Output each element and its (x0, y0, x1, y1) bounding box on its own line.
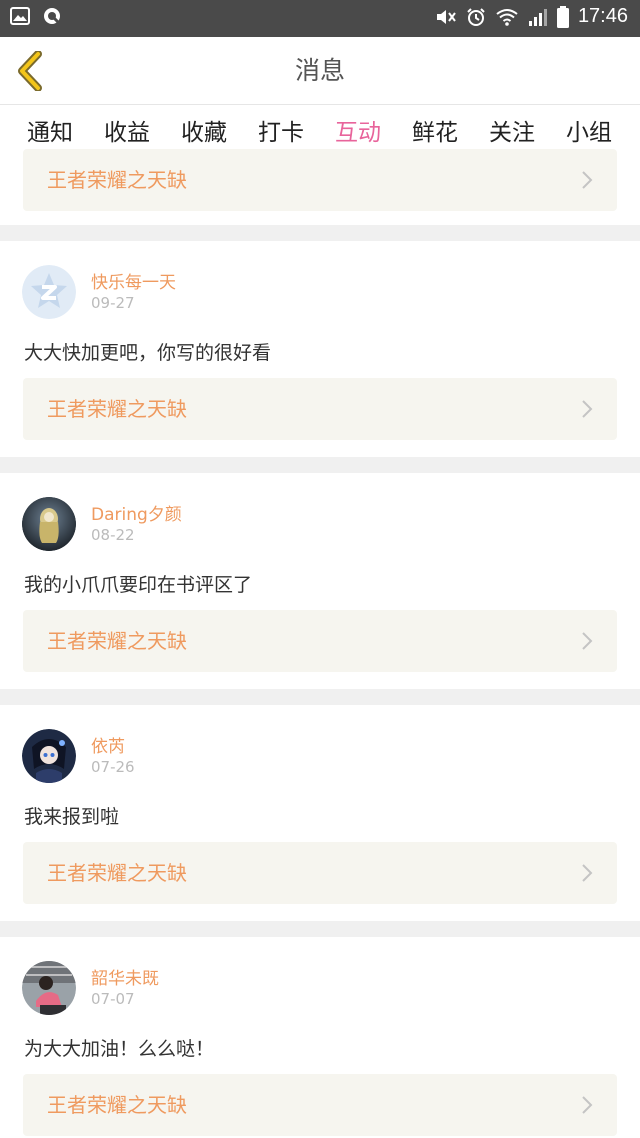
avatar[interactable] (22, 497, 76, 551)
chevron-right-icon (582, 400, 593, 418)
comment-text: 为大大加油！么么哒！ (24, 1038, 215, 1060)
username[interactable]: 韶华未既 (91, 964, 159, 989)
gallery-icon (10, 7, 30, 25)
book-link[interactable]: 王者荣耀之天缺 (23, 610, 617, 672)
comment-author: 韶华未既 07-07 (22, 961, 522, 1015)
comment-date: 07-07 (91, 990, 135, 1008)
comment-author: 依芮 07-26 (22, 729, 522, 783)
book-title: 王者荣耀之天缺 (47, 168, 187, 192)
comment-author: 快乐每一天 09-27 (22, 265, 522, 319)
page-title: 消息 (294, 56, 345, 85)
book-title: 王者荣耀之天缺 (47, 1093, 187, 1117)
avatar[interactable] (22, 961, 76, 1015)
book-title: 王者荣耀之天缺 (47, 629, 187, 653)
message-card: 依芮 07-26 我来报到啦 王者荣耀之天缺 (0, 705, 640, 921)
message-card: 快乐每一天 09-27 大大快加更吧，你写的很好看 王者荣耀之天缺 (0, 241, 640, 457)
book-link[interactable]: 王者荣耀之天缺 (23, 149, 617, 211)
book-title: 王者荣耀之天缺 (47, 861, 187, 885)
book-title: 王者荣耀之天缺 (47, 397, 187, 421)
signal-icon (528, 8, 547, 26)
chevron-right-icon (582, 1096, 593, 1114)
comment-date: 07-26 (91, 758, 135, 776)
username[interactable]: Daring夕颜 (91, 500, 182, 525)
book-link[interactable]: 王者荣耀之天缺 (23, 842, 617, 904)
status-bar: 17:46 (0, 0, 640, 37)
chevron-right-icon (582, 632, 593, 650)
book-link[interactable]: 王者荣耀之天缺 (23, 1074, 617, 1136)
chevron-right-icon (582, 171, 593, 189)
comment-author: Daring夕颜 08-22 (22, 497, 522, 551)
clock: 17:46 (577, 5, 628, 27)
message-card: 韶华未既 07-07 为大大加油！么么哒！ 王者荣耀之天缺 (0, 937, 640, 1138)
comment-date: 09-27 (91, 294, 135, 312)
chevron-right-icon (582, 864, 593, 882)
battery-icon (556, 5, 569, 28)
username[interactable]: 依芮 (91, 732, 125, 757)
comment-text: 大大快加更吧，你写的很好看 (24, 342, 272, 364)
app-notification-icon (44, 8, 61, 25)
avatar[interactable] (22, 265, 76, 319)
comment-text: 我的小爪爪要印在书评区了 (24, 574, 253, 596)
comment-date: 08-22 (91, 526, 135, 544)
nav-header: 消息 (0, 37, 640, 105)
username[interactable]: 快乐每一天 (91, 268, 176, 293)
avatar[interactable] (22, 729, 76, 783)
message-card: 王者荣耀之天缺 (0, 149, 640, 225)
message-card: Daring夕颜 08-22 我的小爪爪要印在书评区了 王者荣耀之天缺 (0, 473, 640, 689)
wifi-icon (496, 8, 518, 26)
mute-icon (436, 9, 456, 24)
alarm-icon (467, 7, 485, 26)
book-link[interactable]: 王者荣耀之天缺 (23, 378, 617, 440)
comment-text: 我来报到啦 (24, 806, 120, 828)
